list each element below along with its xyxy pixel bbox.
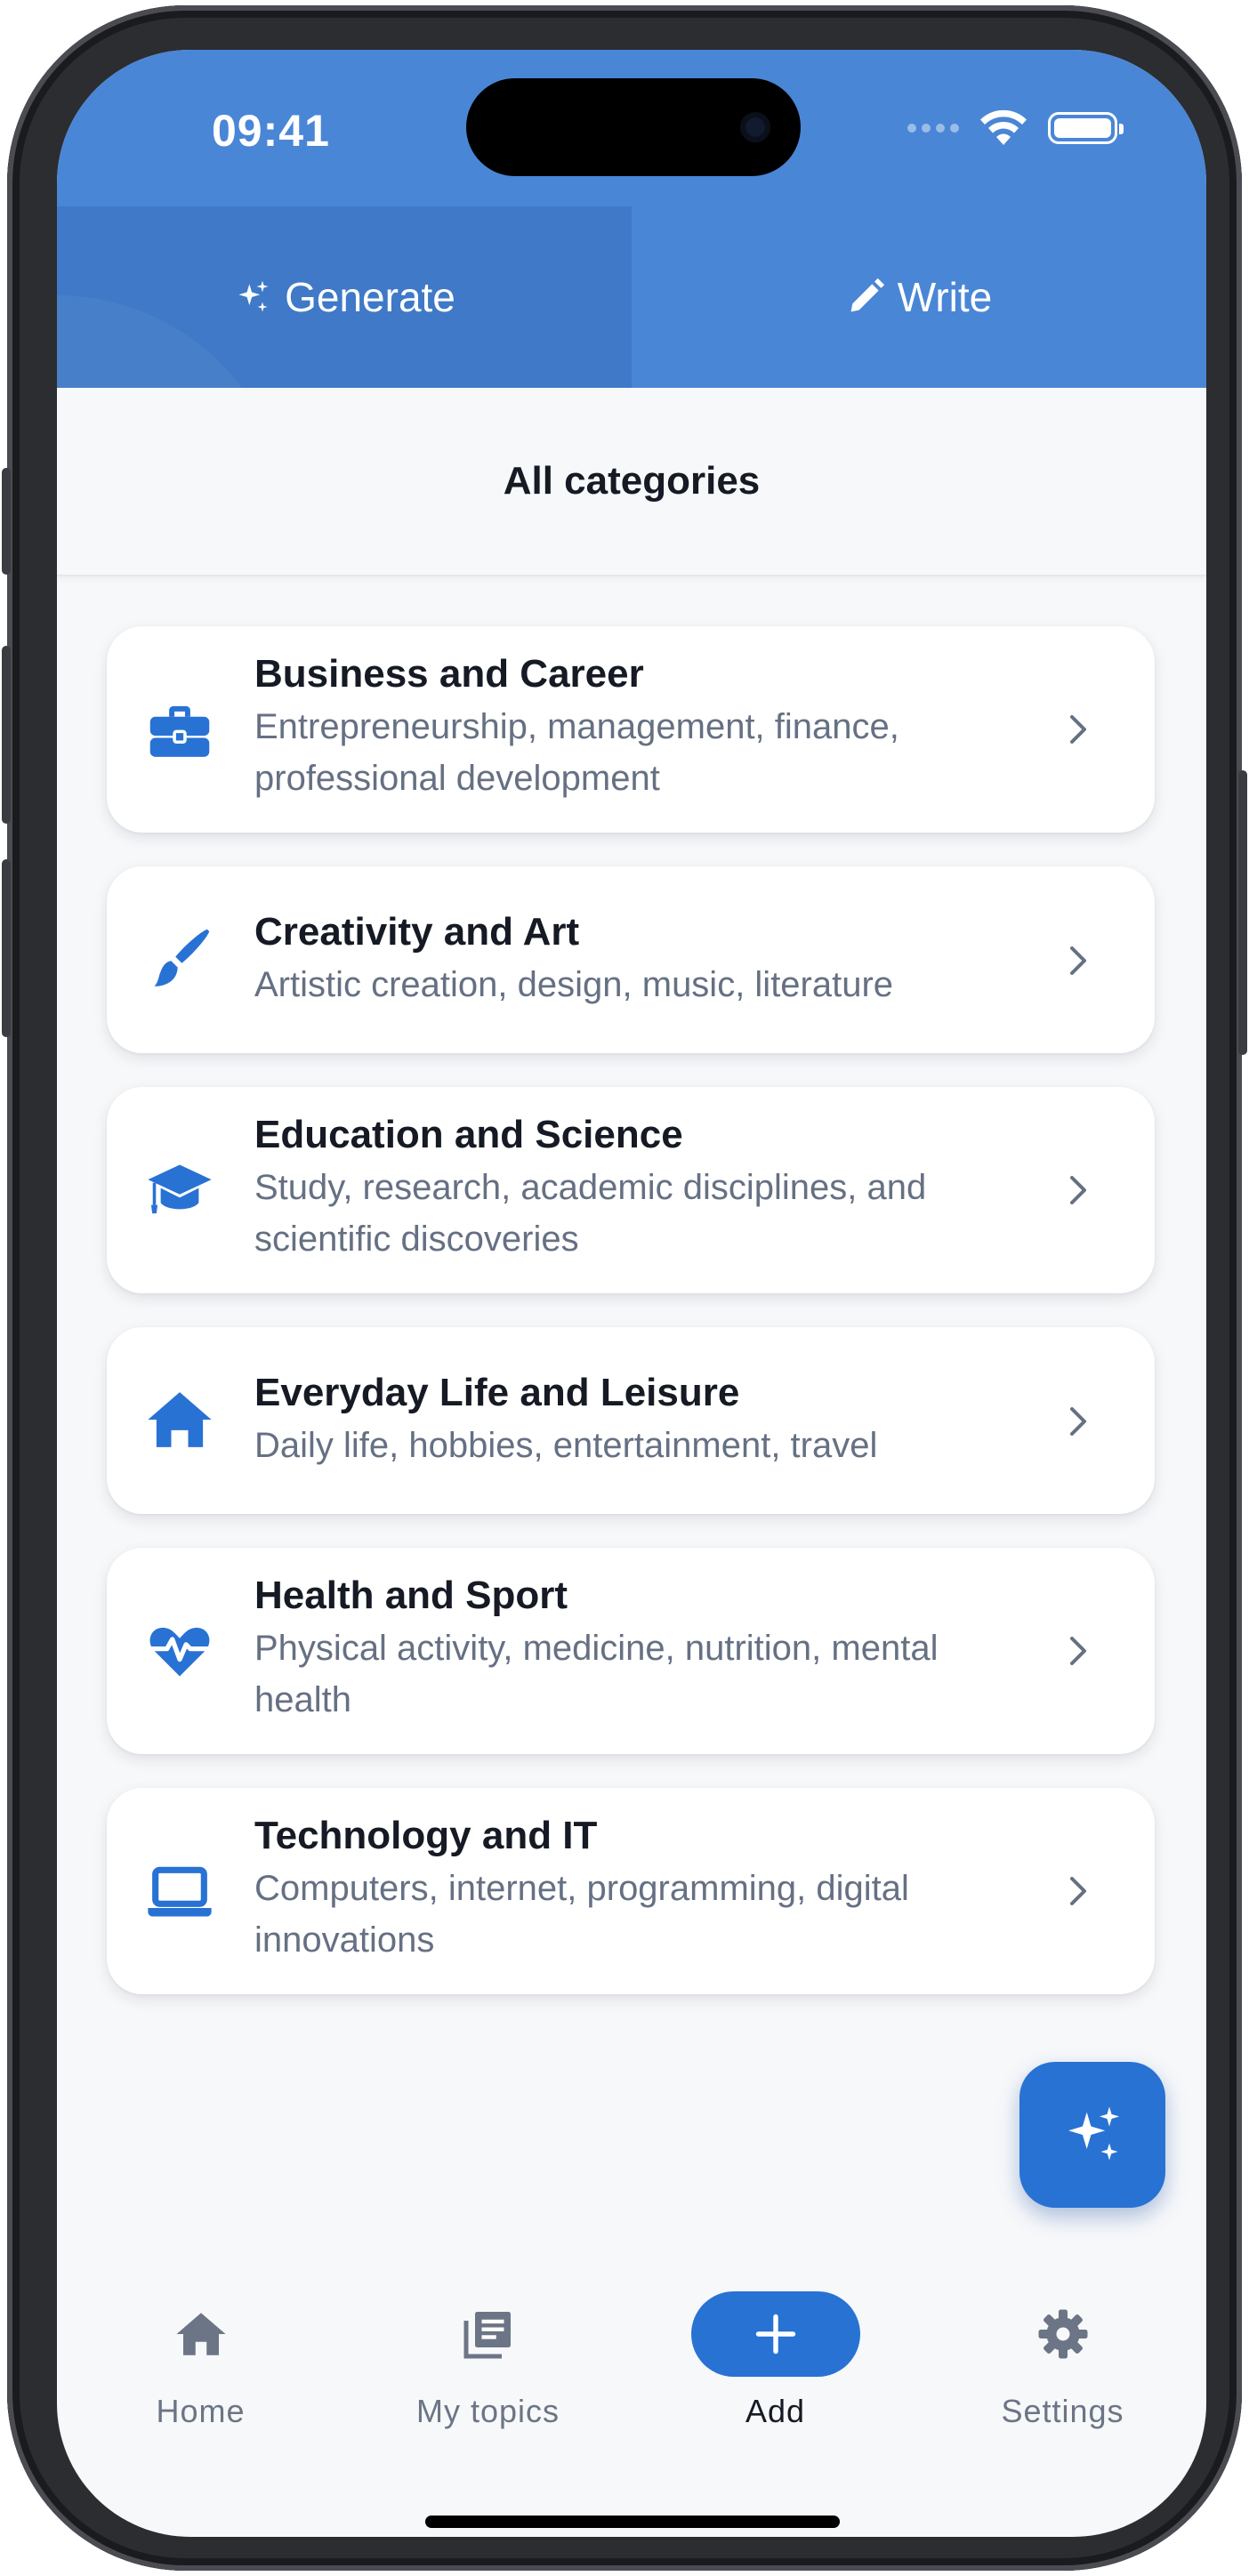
- sparkles-icon: [1068, 2106, 1120, 2161]
- category-card-everyday[interactable]: Everyday Life and Leisure Daily life, ho…: [107, 1327, 1155, 1514]
- category-card-technology[interactable]: Technology and IT Computers, internet, p…: [107, 1788, 1155, 1994]
- category-title: Technology and IT: [254, 1814, 598, 1857]
- status-time: 09:41: [212, 106, 330, 156]
- power-button: [1238, 770, 1247, 1055]
- category-card-health[interactable]: Health and Sport Physical activity, medi…: [107, 1548, 1155, 1754]
- category-title: Everyday Life and Leisure: [254, 1371, 740, 1414]
- tab-generate[interactable]: Generate: [57, 206, 632, 388]
- home-indicator: [425, 2516, 840, 2528]
- tab-write-label: Write: [897, 274, 993, 320]
- action-button: [2, 468, 11, 575]
- briefcase-icon: [144, 694, 215, 765]
- category-title: Education and Science: [254, 1113, 683, 1156]
- chevron-right-icon: [1070, 946, 1086, 975]
- topics-icon: [463, 2312, 511, 2359]
- gear-icon: [1038, 2309, 1087, 2359]
- category-title: Business and Career: [254, 652, 644, 696]
- battery-icon: [1048, 112, 1124, 144]
- chevron-right-icon: [1070, 715, 1086, 744]
- home-icon: [176, 2313, 225, 2355]
- volume-down-button: [2, 859, 11, 1037]
- pencil-icon: [850, 278, 884, 312]
- dynamic-island: [466, 78, 801, 176]
- category-description: Daily life, hobbies, entertainment, trav…: [254, 1426, 878, 1465]
- nav-home[interactable]: Home: [57, 2291, 344, 2469]
- nav-add-label: Add: [745, 2393, 806, 2429]
- category-card-education[interactable]: Education and Science Study, research, a…: [107, 1087, 1155, 1293]
- nav-my-topics[interactable]: My topics: [344, 2291, 632, 2469]
- chevron-right-icon: [1070, 1877, 1086, 1905]
- house-icon: [144, 1384, 215, 1455]
- category-description: Study, research, academic disciplines, a…: [254, 1168, 927, 1259]
- category-card-business[interactable]: Business and Career Entrepreneurship, ma…: [107, 626, 1155, 833]
- chevron-right-icon: [1070, 1637, 1086, 1665]
- bottom-navigation: Home My topics Add Settings: [57, 2291, 1206, 2469]
- mode-tabs: Generate Write: [57, 206, 1206, 388]
- chevron-right-icon: [1070, 1176, 1086, 1204]
- page-title: All categories: [503, 459, 761, 503]
- sparkles-icon: [238, 280, 269, 312]
- category-title: Creativity and Art: [254, 910, 580, 954]
- add-button[interactable]: [690, 2291, 860, 2377]
- category-title: Health and Sport: [254, 1574, 568, 1617]
- laptop-icon: [144, 1856, 215, 1927]
- tab-write[interactable]: Write: [632, 206, 1206, 388]
- category-description: Entrepreneurship, management, finance, p…: [254, 707, 899, 798]
- chevron-right-icon: [1070, 1407, 1086, 1436]
- device-frame: 09:41 Generate Write All categories Busi…: [2, 5, 1247, 2571]
- app-screen: 09:41 Generate Write All categories Busi…: [57, 50, 1206, 2537]
- heart-pulse-icon: [144, 1615, 215, 1686]
- nav-home-label: Home: [156, 2393, 246, 2429]
- category-card-creativity[interactable]: Creativity and Art Artistic creation, de…: [107, 866, 1155, 1053]
- tab-generate-label: Generate: [285, 274, 455, 320]
- status-icons: [907, 109, 1124, 148]
- volume-up-button: [2, 646, 11, 824]
- nav-my-topics-label: My topics: [415, 2393, 560, 2429]
- wifi-icon: [980, 109, 1027, 145]
- cellular-signal-icon: [907, 124, 959, 133]
- nav-add[interactable]: Add: [632, 2291, 919, 2469]
- category-description: Physical activity, medicine, nutrition, …: [254, 1629, 939, 1719]
- graduation-cap-icon: [144, 1155, 215, 1226]
- nav-settings[interactable]: Settings: [919, 2291, 1206, 2469]
- paintbrush-icon: [144, 923, 215, 994]
- category-description: Computers, internet, programming, digita…: [254, 1869, 909, 1960]
- category-description: Artistic creation, design, music, litera…: [254, 965, 894, 1004]
- plus-icon: [755, 2314, 795, 2355]
- nav-settings-label: Settings: [1001, 2393, 1124, 2429]
- page-header: All categories: [57, 388, 1206, 576]
- generate-fab-button[interactable]: [1019, 2062, 1165, 2208]
- camera-icon: [740, 112, 770, 142]
